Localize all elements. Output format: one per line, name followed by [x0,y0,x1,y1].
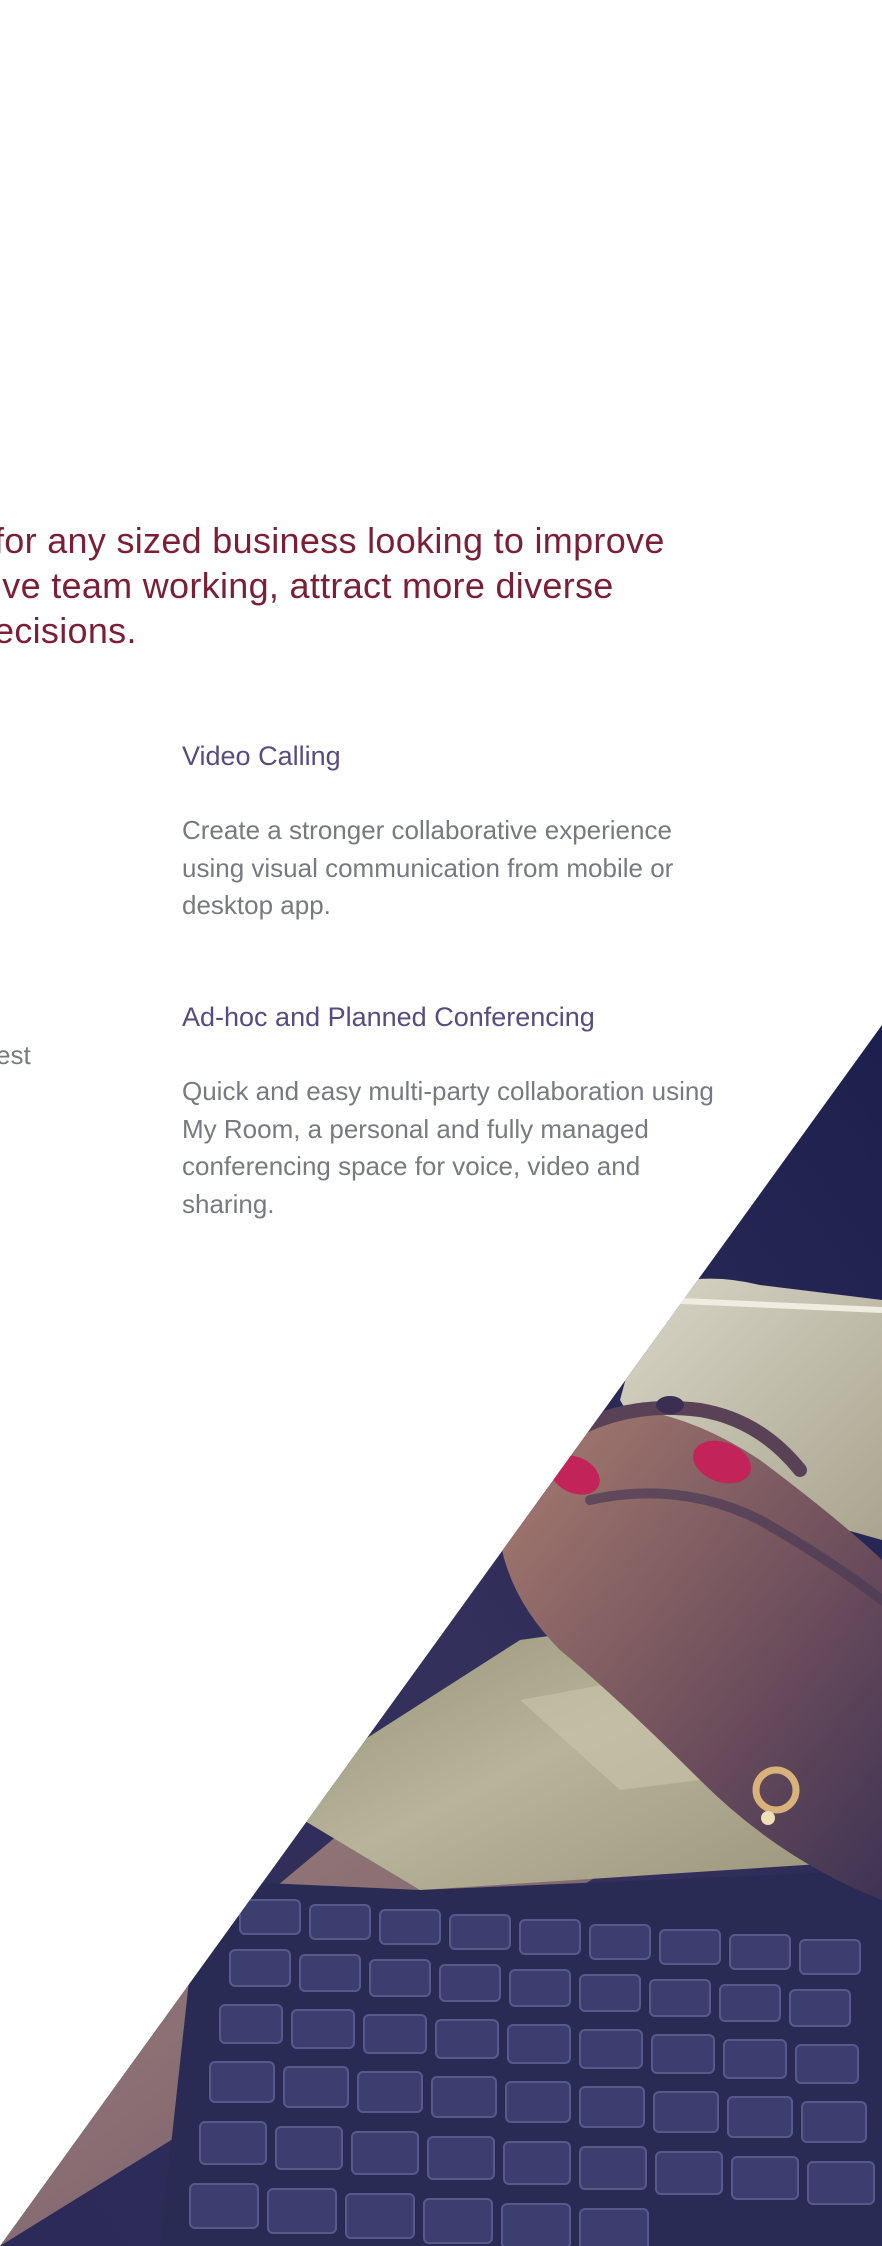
conferencing-line-2: My Room, a personal and fully managed [182,1113,649,1144]
video-calling-heading: Video Calling [182,741,341,771]
video-calling-line-2: using visual communication from mobile o… [182,852,674,883]
conferencing-description: Quick and easy multi-party collaboration… [182,1073,782,1223]
conferencing-line-1: Quick and easy multi-party collaboration… [182,1076,714,1106]
video-calling-line-1: Create a stronger collaborative experien… [182,815,672,845]
video-calling-line-3: desktop app. [182,890,331,920]
conferencing-line-4: sharing. [182,1188,275,1219]
conferencing-line-3: conferencing space for voice, video and [182,1151,641,1181]
intro-line-3: ecisions. [0,610,137,651]
intro-statement: for any sized business looking to improv… [0,518,882,653]
intro-line-2: ive team working, attract more diverse [0,565,614,606]
cut-off-text-fragment: est [0,1040,31,1070]
intro-line-1: for any sized business looking to improv… [0,520,665,561]
conferencing-heading: Ad-hoc and Planned Conferencing [182,1002,595,1032]
video-calling-description: Create a stronger collaborative experien… [182,812,782,925]
brochure-page: for any sized business looking to improv… [0,0,882,2246]
